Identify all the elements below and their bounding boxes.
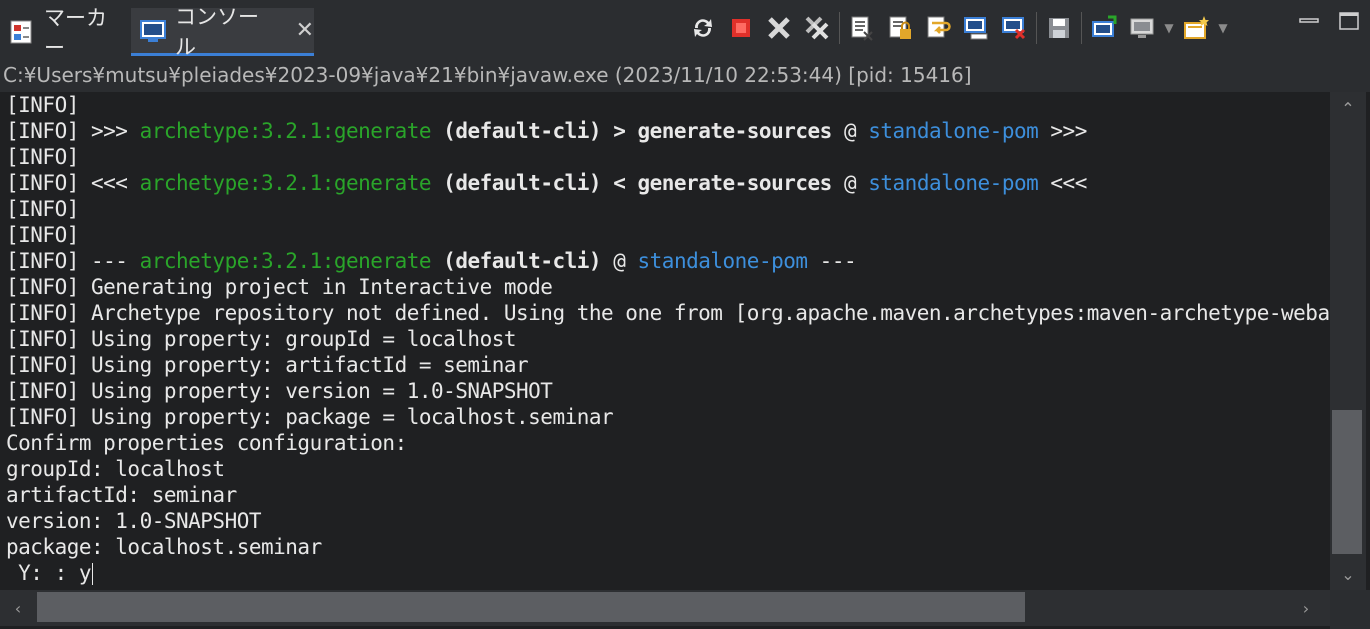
at-sign: @ [843, 119, 857, 143]
chevron-down-icon[interactable]: ▼ [1215, 10, 1231, 46]
stop-icon [732, 19, 750, 37]
console-line: [INFO] --- archetype:3.2.1:generate (def… [0, 248, 1330, 274]
tab-markers-label: マーカー [44, 6, 107, 60]
horizontal-scroll-thumb[interactable] [37, 592, 1025, 622]
chevron-left-icon[interactable]: ‹ [2, 590, 34, 626]
tab-console-label: コンソール [175, 4, 259, 59]
console-output[interactable]: [INFO] [INFO] >>> archetype:3.2.1:genera… [0, 92, 1330, 590]
console-toolbar: ▼ ▼ [684, 8, 1231, 48]
word-wrap-button[interactable] [920, 10, 956, 46]
markers-icon [10, 20, 32, 44]
tab-console[interactable]: コンソール ✕ [131, 5, 314, 59]
console-icon [140, 19, 166, 42]
show-on-stdout-button[interactable] [958, 10, 994, 46]
console-line: [INFO] Using property: artifactId = semi… [6, 353, 529, 377]
console-line: [INFO] Archetype repository not defined.… [6, 301, 1330, 325]
console-line: groupId: localhost [6, 457, 225, 481]
remove-icon [768, 17, 790, 39]
word-wrap-icon [927, 16, 951, 38]
terminate-button[interactable] [723, 10, 759, 46]
project-text: standalone-pom [868, 119, 1039, 143]
chevron-up-icon[interactable]: ⌃ [1330, 92, 1366, 124]
console-line: artifactId: seminar [6, 483, 237, 507]
text-cursor [92, 563, 94, 585]
console-line: [INFO] <<< archetype:3.2.1:generate (def… [0, 170, 1330, 196]
remove-all-icon [805, 16, 829, 40]
console-input-line[interactable]: Y: : y [0, 560, 1330, 586]
console-input-text: Y: : y [6, 561, 92, 585]
save-button[interactable] [1041, 10, 1077, 46]
console-line: [INFO] [6, 197, 79, 221]
console-line-suffix: >>> [1038, 119, 1087, 143]
toolbar-separator [1081, 12, 1082, 44]
console-line: [INFO] Generating project in Interactive… [6, 275, 553, 299]
project-text: standalone-pom [637, 249, 809, 273]
goal-text: archetype:3.2.1:generate [139, 249, 432, 273]
show-on-stderr-button[interactable] [996, 10, 1032, 46]
console-line: [INFO] >>> archetype:3.2.1:generate (def… [0, 118, 1330, 144]
process-path-label: C:¥Users¥mutsu¥pleiades¥2023-09¥java¥21¥… [0, 58, 1370, 92]
maximize-icon[interactable] [1338, 10, 1360, 32]
refresh-button[interactable] [685, 10, 721, 46]
console-error-icon [1002, 17, 1026, 40]
project-text: standalone-pom [868, 171, 1039, 195]
at-sign: @ [843, 171, 857, 195]
scrollbar-corner [1330, 590, 1370, 629]
at-sign: @ [613, 249, 626, 273]
remove-all-terminated-button[interactable] [799, 10, 835, 46]
goal-text: archetype:3.2.1:generate [139, 119, 432, 143]
phase-text: < generate-sources [613, 171, 832, 195]
sync-icon [694, 19, 712, 37]
execution-id-text: (default-cli) [443, 171, 602, 195]
chevron-down-icon[interactable]: ▼ [1161, 10, 1177, 46]
console-line: [INFO] Using property: package = localho… [6, 405, 614, 429]
clear-console-icon [851, 16, 873, 41]
console-line-prefix: [INFO] >>> [6, 119, 140, 143]
console-line-prefix: [INFO] <<< [6, 171, 140, 195]
horizontal-scrollbar[interactable]: ‹ › [0, 590, 1330, 626]
clear-console-button[interactable] [844, 10, 880, 46]
save-icon [1049, 18, 1069, 38]
scroll-lock-button[interactable] [882, 10, 918, 46]
goal-text: archetype:3.2.1:generate [139, 171, 432, 195]
phase-text: > generate-sources [613, 119, 832, 143]
open-console-button[interactable] [1178, 10, 1214, 46]
console-line: package: localhost.seminar [6, 535, 322, 559]
close-icon[interactable]: ✕ [296, 18, 314, 43]
console-line: [INFO] Using property: version = 1.0-SNA… [6, 379, 553, 403]
monitor-icon [1130, 18, 1154, 38]
console-line-suffix: --- [807, 249, 857, 273]
toolbar-separator [1036, 12, 1037, 44]
toolbar-separator [839, 12, 840, 44]
console-line: [INFO] [6, 93, 79, 117]
tab-markers[interactable]: マーカー [0, 6, 126, 60]
console-line: [INFO] Using property: groupId = localho… [6, 327, 517, 351]
display-selected-console-icon [1092, 15, 1117, 37]
console-line: [INFO] [6, 145, 79, 169]
console-line: Confirm properties configuration: [6, 431, 407, 455]
view-tab-bar: マーカー コンソール ✕ ▼ ▼ [0, 0, 1370, 60]
minimize-icon[interactable] [1298, 10, 1320, 32]
scroll-lock-icon [889, 16, 911, 39]
console-line-prefix: [INFO] --- [6, 249, 140, 273]
execution-id-text: (default-cli) [443, 249, 602, 273]
pin-console-button[interactable] [1086, 10, 1122, 46]
display-console-button[interactable] [1124, 10, 1160, 46]
view-window-controls [1298, 10, 1360, 32]
chevron-down-icon[interactable]: ⌄ [1330, 558, 1366, 590]
console-line-suffix: <<< [1038, 171, 1087, 195]
execution-id-text: (default-cli) [443, 119, 602, 143]
vertical-scroll-thumb[interactable] [1332, 410, 1362, 554]
vertical-scrollbar[interactable]: ⌃ ⌄ [1330, 92, 1366, 590]
chevron-right-icon[interactable]: › [1290, 590, 1322, 626]
pin-console-icon [964, 17, 988, 40]
remove-launch-button[interactable] [761, 10, 797, 46]
new-console-icon [1184, 16, 1209, 39]
console-line: [INFO] [6, 223, 79, 247]
console-line: version: 1.0-SNAPSHOT [6, 509, 262, 533]
